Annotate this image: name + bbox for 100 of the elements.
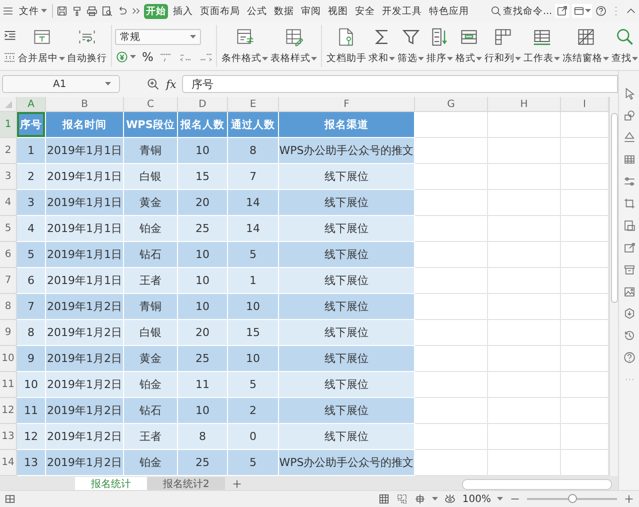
zoom-icon[interactable] bbox=[146, 77, 160, 91]
row-header[interactable]: 3 bbox=[0, 164, 17, 190]
format-painter-icon[interactable] bbox=[71, 5, 83, 17]
column-header[interactable]: C bbox=[124, 97, 178, 112]
find-button[interactable]: 查找 bbox=[610, 26, 639, 66]
image-icon[interactable] bbox=[622, 285, 636, 298]
table-cell: 20 bbox=[178, 320, 228, 346]
zoom-in-icon[interactable] bbox=[623, 493, 635, 505]
row-header[interactable]: 12 bbox=[0, 398, 17, 424]
file-menu[interactable]: 文件 bbox=[17, 2, 49, 20]
table-cell: 11 bbox=[17, 398, 46, 424]
save-icon[interactable] bbox=[56, 5, 68, 17]
column-header[interactable]: B bbox=[46, 97, 124, 112]
column-header[interactable]: E bbox=[228, 97, 279, 112]
table-cell: 10 bbox=[178, 398, 228, 424]
vertical-scrollbar[interactable] bbox=[609, 97, 618, 476]
page-break-view-icon[interactable] bbox=[396, 493, 408, 505]
horizontal-scrollbar[interactable] bbox=[462, 478, 612, 490]
row-header[interactable]: 2 bbox=[0, 138, 17, 164]
print-preview-icon[interactable] bbox=[101, 5, 113, 17]
eye-protection-icon[interactable] bbox=[444, 493, 456, 505]
ribbon-tab[interactable]: 页面布局 bbox=[198, 4, 242, 18]
window-icon[interactable] bbox=[573, 5, 585, 17]
row-header[interactable]: 11 bbox=[0, 372, 17, 398]
caret-icon bbox=[190, 34, 196, 38]
menu-icon[interactable] bbox=[2, 5, 14, 17]
normal-view-icon[interactable] bbox=[378, 493, 390, 505]
column-header[interactable]: I bbox=[561, 97, 609, 112]
freeze-panes-button[interactable]: 冻结窗格 bbox=[561, 26, 610, 66]
ribbon-tab[interactable]: 特色应用 bbox=[427, 4, 471, 18]
share-icon[interactable] bbox=[556, 5, 568, 17]
sort-button[interactable]: 排序 bbox=[425, 26, 454, 66]
shapes-icon[interactable] bbox=[622, 109, 636, 122]
row-header[interactable]: 10 bbox=[0, 346, 17, 372]
add-sheet-icon[interactable] bbox=[231, 478, 244, 490]
conditional-format-button[interactable]: 条件格式 bbox=[220, 26, 270, 66]
badge-icon[interactable] bbox=[622, 307, 636, 320]
function-label[interactable]: fx bbox=[166, 78, 176, 90]
ribbon-tab[interactable]: 开发工具 bbox=[380, 4, 424, 18]
ribbon-tab[interactable]: 数据 bbox=[272, 4, 296, 18]
indent-icon[interactable] bbox=[3, 28, 17, 42]
caret-icon bbox=[432, 497, 438, 501]
reading-view-icon[interactable] bbox=[414, 493, 426, 505]
sheet-tab[interactable]: 报名统计2 bbox=[147, 476, 226, 492]
archive-icon[interactable] bbox=[622, 263, 636, 276]
table-cell: 13 bbox=[17, 450, 46, 476]
format-button[interactable]: 格式 bbox=[454, 26, 484, 66]
currency-icon[interactable] bbox=[115, 50, 129, 64]
table-cell: 2019年1月2日 bbox=[46, 372, 124, 398]
merge-center-button[interactable]: 合并居中 bbox=[17, 26, 66, 66]
image-document-icon[interactable] bbox=[622, 219, 636, 232]
rows-columns-button[interactable]: 行和列 bbox=[483, 26, 522, 66]
more-icon[interactable] bbox=[131, 6, 141, 16]
table-cell: 3 bbox=[17, 190, 46, 216]
command-search[interactable]: 查找命令... bbox=[490, 4, 552, 18]
percent-style-button[interactable]: % bbox=[142, 50, 154, 64]
column-header[interactable]: F bbox=[279, 97, 415, 112]
sliders-icon[interactable] bbox=[622, 175, 636, 188]
filter-button[interactable]: 筛选 bbox=[396, 26, 426, 66]
row-header[interactable]: 6 bbox=[0, 242, 17, 268]
history-icon[interactable] bbox=[622, 329, 636, 342]
table-cell: 2019年1月2日 bbox=[46, 294, 124, 320]
ribbon-tab[interactable]: 安全 bbox=[353, 4, 377, 18]
row-header[interactable]: 4 bbox=[0, 190, 17, 216]
formula-input[interactable]: 序号 bbox=[182, 75, 618, 93]
table-cell: 2019年1月2日 bbox=[46, 346, 124, 372]
row-header[interactable]: 5 bbox=[0, 216, 17, 242]
distribute-icon[interactable] bbox=[3, 50, 17, 64]
help-icon[interactable] bbox=[595, 5, 607, 17]
row-header[interactable]: 13 bbox=[0, 424, 17, 450]
table-style-button[interactable]: 表格样式 bbox=[269, 26, 318, 66]
name-box[interactable]: A1 bbox=[2, 75, 120, 93]
print-icon[interactable] bbox=[86, 5, 98, 17]
table-cell: 青铜 bbox=[124, 294, 178, 320]
column-header[interactable]: D bbox=[178, 97, 228, 112]
zoom-slider-thumb[interactable] bbox=[568, 494, 577, 503]
ribbon-tab[interactable]: 公式 bbox=[245, 4, 269, 18]
row-header[interactable]: 9 bbox=[0, 320, 17, 346]
ribbon-tab[interactable]: 视图 bbox=[326, 4, 350, 18]
worksheet-button[interactable]: 工作表 bbox=[522, 26, 562, 66]
export-icon[interactable] bbox=[622, 241, 636, 254]
fill-icon[interactable] bbox=[622, 131, 636, 144]
crop-icon[interactable] bbox=[622, 197, 636, 210]
column-header[interactable]: H bbox=[488, 97, 561, 112]
ribbon-tab[interactable]: 审阅 bbox=[299, 4, 323, 18]
number-format-dropdown[interactable]: 常规 bbox=[115, 28, 201, 44]
cell-mode-icon bbox=[4, 493, 16, 505]
sheet-tab[interactable]: 报名统计 bbox=[75, 476, 147, 492]
help-icon[interactable] bbox=[622, 351, 636, 364]
row-header[interactable]: 8 bbox=[0, 294, 17, 320]
row-header[interactable]: 7 bbox=[0, 268, 17, 294]
column-header[interactable]: G bbox=[415, 97, 488, 112]
zoom-level[interactable]: 100% bbox=[462, 494, 491, 504]
row-header[interactable]: 14 bbox=[0, 450, 17, 476]
ribbon-tab[interactable]: 插入 bbox=[171, 4, 195, 18]
document-assistant-button[interactable]: 文档助手 bbox=[325, 26, 368, 66]
wrap-text-button[interactable]: 自动换行 bbox=[66, 26, 108, 66]
table-cell: 黄金 bbox=[124, 346, 178, 372]
table-icon[interactable] bbox=[622, 153, 636, 166]
sum-button[interactable]: 求和 bbox=[367, 26, 396, 66]
